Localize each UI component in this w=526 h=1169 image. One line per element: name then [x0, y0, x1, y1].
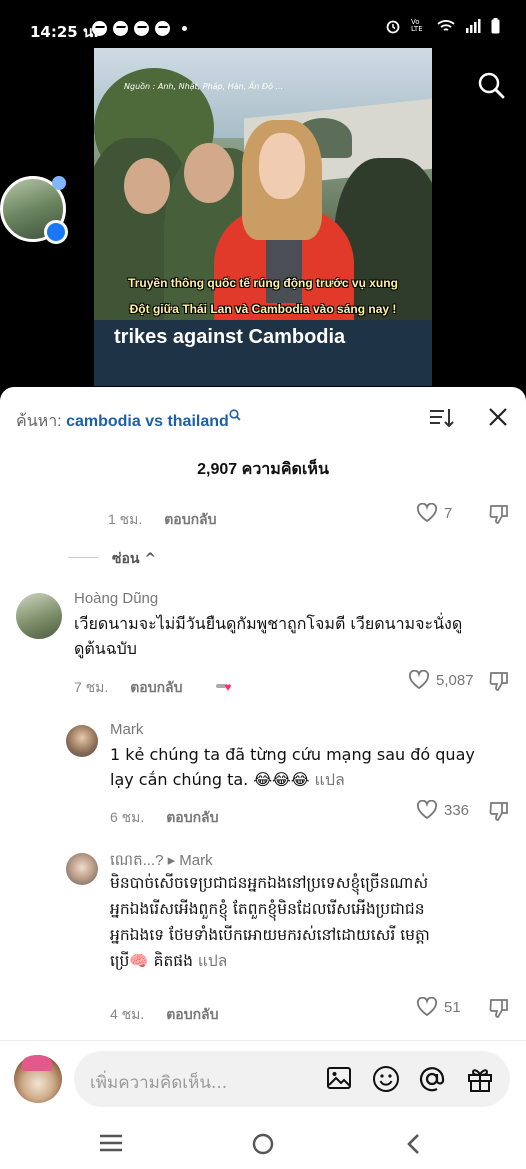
- system-icons: Vo LTE: [385, 18, 500, 34]
- search-term: cambodia vs thailand: [66, 413, 229, 430]
- image-icon[interactable]: [326, 1065, 352, 1095]
- creator-avatar[interactable]: [0, 176, 68, 260]
- signal-icon: [466, 19, 481, 33]
- like-count: 51: [444, 998, 461, 1016]
- gift-icon[interactable]: [466, 1065, 494, 1097]
- comment-time: 7 ชม.: [74, 679, 109, 695]
- search-icon: [229, 409, 241, 421]
- reply-button[interactable]: ตอบกลับ: [166, 1006, 218, 1022]
- comment-meta: 4 ชม. ตอบกลับ: [110, 1004, 219, 1026]
- comment-author[interactable]: Hoàng Dũng: [74, 590, 158, 607]
- notification-icons: [92, 21, 187, 36]
- like-count: 7: [444, 504, 453, 522]
- messenger-badge-icon: [44, 220, 68, 244]
- hide-replies-button[interactable]: ซ่อน ^: [112, 548, 156, 570]
- avatar[interactable]: [66, 853, 98, 885]
- search-icon[interactable]: [476, 70, 506, 104]
- emoji-icon[interactable]: [372, 1065, 400, 1097]
- like-button[interactable]: 7: [416, 503, 452, 523]
- like-count: 5,087: [436, 671, 474, 689]
- wifi-icon: [437, 20, 455, 31]
- like-button[interactable]: 336: [416, 800, 469, 820]
- video-caption-line2: Đột giữa Thái Lan và Cambodia vào sáng n…: [129, 302, 397, 316]
- volte-icon: Vo LTE: [411, 18, 423, 33]
- translate-link[interactable]: แปล: [315, 770, 345, 789]
- heart-icon: [416, 800, 438, 820]
- mention-icon[interactable]: [418, 1065, 446, 1097]
- heart-icon: [408, 670, 430, 690]
- dislike-icon[interactable]: [488, 503, 510, 529]
- home-icon[interactable]: [250, 1132, 276, 1162]
- comment-time: 1 ชม.: [108, 511, 143, 527]
- more-notifications-dot: [182, 26, 187, 31]
- comment-author[interactable]: Mark: [110, 721, 143, 738]
- recent-apps-icon[interactable]: [98, 1132, 124, 1158]
- battery-icon: [491, 18, 500, 34]
- comment-text: 1 kẻ chúng ta đã từng cứu mạng sau đó qu…: [110, 745, 475, 789]
- comment-text: មិនបាច់សើចទេប្រជាជនអ្នកឯងនៅប្រទេសខ្ញុំច្…: [110, 874, 430, 970]
- creator-liked-icon: ♥: [216, 680, 236, 694]
- comment-input-placeholder: เพิ่มความคิดเห็น...: [90, 1073, 228, 1093]
- avatar[interactable]: [66, 725, 98, 757]
- reply-button[interactable]: ตอบกลับ: [164, 511, 216, 527]
- back-icon[interactable]: [404, 1132, 424, 1160]
- like-count: 336: [444, 801, 470, 819]
- reply-button[interactable]: ตอบกลับ: [130, 679, 182, 695]
- messenger-icon: [92, 21, 107, 36]
- avatar[interactable]: [16, 593, 62, 639]
- heart-icon: [416, 997, 438, 1017]
- dislike-icon[interactable]: [488, 997, 510, 1023]
- comment-text: เวียดนามจะไม่มีวันยืนดูกัมพูชาถูกโจมตี เ…: [74, 614, 463, 658]
- sort-icon[interactable]: [428, 407, 454, 433]
- video-banner-text: trikes against Cambodia: [114, 326, 346, 348]
- comment-meta: 7 ชม. ตอบกลับ ♥: [74, 677, 236, 699]
- video-source-caption: Nguồn : Anh, Nhật, Pháp, Hàn, Ấn Độ ...: [124, 82, 284, 91]
- search-prefix: ค้นหา:: [16, 413, 62, 430]
- reply-to-label: ▸ Mark: [167, 852, 213, 869]
- alarm-icon: [386, 20, 400, 34]
- dislike-icon[interactable]: [488, 800, 510, 826]
- messenger-icon: [113, 21, 128, 36]
- reply-button[interactable]: ตอบกลับ: [166, 809, 218, 825]
- status-time: 14:25 น.: [30, 23, 99, 41]
- close-icon[interactable]: [486, 405, 510, 433]
- comment-meta: 6 ชม. ตอบกลับ: [110, 807, 219, 829]
- comment-time: 6 ชม.: [110, 809, 145, 825]
- dislike-icon[interactable]: [488, 670, 510, 696]
- live-indicator: [52, 176, 66, 190]
- video-player[interactable]: Nguồn : Anh, Nhật, Pháp, Hàn, Ấn Độ ... …: [94, 48, 432, 386]
- system-nav-bar: [0, 1120, 526, 1169]
- like-button[interactable]: 5,087: [408, 670, 474, 690]
- like-button[interactable]: 51: [416, 997, 461, 1017]
- search-suggestion[interactable]: ค้นหา: cambodia vs thailand: [16, 409, 241, 434]
- heart-icon: [416, 503, 438, 523]
- comment-count: 2,907 ความคิดเห็น: [197, 461, 329, 478]
- messenger-icon: [134, 21, 149, 36]
- comment-input[interactable]: เพิ่มความคิดเห็น...: [74, 1051, 510, 1107]
- comment-meta: 1 ชม. ตอบกลับ: [108, 509, 217, 531]
- video-caption-line1: Truyền thông quốc tế rúng động trước vụ …: [128, 276, 398, 290]
- messenger-icon: [155, 21, 170, 36]
- comment-composer: เพิ่มความคิดเห็น...: [0, 1040, 526, 1120]
- translate-link[interactable]: แปล: [198, 952, 227, 970]
- comment-time: 4 ชม.: [110, 1006, 145, 1022]
